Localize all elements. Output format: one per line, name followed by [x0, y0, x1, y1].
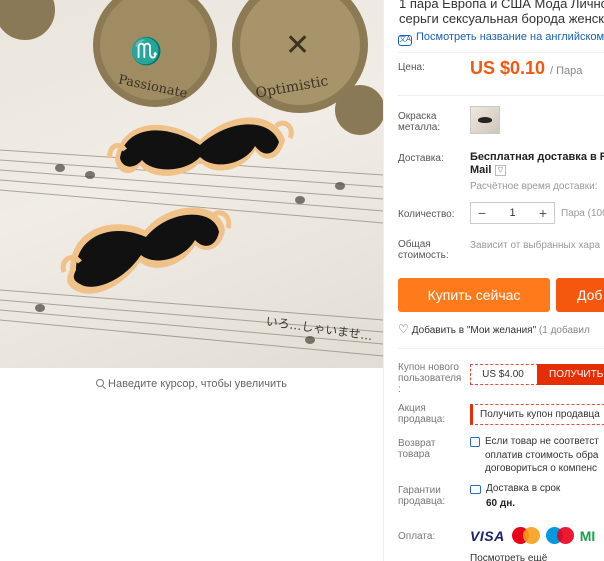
quantity-increase-button[interactable]: +: [532, 205, 554, 221]
return-line: договориться о компенс: [485, 463, 598, 474]
delivery-guarantee-text: Доставка в срок: [486, 483, 561, 494]
mastercard-logo-icon: [511, 527, 540, 544]
label-line: товара: [398, 449, 430, 460]
label-line: продавца:: [398, 414, 446, 425]
metal-color-label: Окраска металла:: [398, 111, 440, 133]
label-line: Окраска: [398, 111, 437, 122]
label-line: :: [398, 384, 401, 395]
label-line: Гарантии: [398, 485, 441, 496]
translate-link-text: Посмотреть название на английском: [416, 31, 604, 43]
product-photo-illustration: ♏ Passionate ✕ Optimistic いろ…しゃいませ…: [0, 0, 383, 357]
divider: [398, 95, 604, 96]
delivery-guarantee-days: 60 дн.: [486, 498, 516, 509]
return-line: оплатив стоимость обра: [485, 449, 599, 461]
label-line: Акция: [398, 403, 426, 414]
quantity-input[interactable]: 1: [493, 207, 532, 219]
quantity-stepper: − 1 +: [470, 202, 555, 224]
product-title: 1 пара Европа и США Мода Личное серьги с…: [399, 0, 604, 26]
magnifier-icon: [96, 379, 105, 387]
label-line: пользователя: [398, 373, 462, 384]
return-policy-icon: [470, 437, 480, 447]
translate-title-link[interactable]: 文A Посмотреть название на английском: [398, 31, 604, 46]
total-label: Общая стоимость:: [398, 239, 449, 261]
product-info-panel: 1 пара Европа и США Мода Личное серьги с…: [383, 0, 604, 561]
price-label: Цена:: [398, 62, 425, 73]
label-line: Возврат: [398, 438, 436, 449]
add-to-wishlist-link[interactable]: ♡ Добавить в "Мои желания" (1 добавил: [398, 322, 590, 336]
payment-methods: VISA MI: [470, 527, 595, 544]
zoom-hint: Наведите курсор, чтобы увеличить: [0, 378, 383, 390]
new-user-coupon: US $4.00 ПОЛУЧИТЬ: [470, 364, 604, 385]
svg-text:✕: ✕: [285, 28, 310, 63]
product-title-line: 1 пара Европа и США Мода Личное: [399, 0, 604, 11]
label-line: металла:: [398, 122, 441, 133]
total-note: Зависит от выбранных хара: [470, 240, 601, 251]
label-line: Общая: [398, 239, 431, 250]
returns-label: Возврат товара: [398, 438, 436, 460]
payment-label: Оплата:: [398, 531, 436, 542]
svg-text:♏: ♏: [130, 36, 162, 67]
wishlist-label: Добавить в "Мои желания": [411, 325, 537, 336]
coupon-amount: US $4.00: [482, 369, 524, 380]
visa-logo-icon: VISA: [470, 527, 505, 544]
quantity-label: Количество:: [398, 209, 455, 220]
get-coupon-button[interactable]: ПОЛУЧИТЬ: [537, 364, 604, 385]
shipping-method: Бесплатная доставка в Rus: [470, 151, 604, 163]
buy-now-button[interactable]: Купить сейчас: [398, 278, 550, 312]
more-payment-link[interactable]: Посмотреть ещё: [470, 553, 547, 561]
price-value: US $0.10: [470, 58, 546, 78]
new-user-coupon-label: Купон нового пользователя :: [398, 362, 461, 395]
quantity-unit: Пара (100: [561, 208, 604, 219]
shipping-estimate: Расчётное время доставки:: [470, 181, 598, 192]
product-title-line: серьги сексуальная борода женски: [399, 11, 604, 26]
store-promo-label: Акция продавца:: [398, 403, 445, 425]
payment-logo-icon: MI: [579, 527, 596, 544]
return-policy-text: Если товар не соответст оплатив стоимост…: [485, 435, 599, 476]
divider: [398, 52, 604, 53]
divider: [398, 348, 604, 349]
guarantee-label: Гарантии продавца:: [398, 485, 445, 507]
heart-icon: ♡: [398, 322, 409, 336]
translate-icon: 文A: [398, 35, 412, 46]
shipping-method-cont: Mail: [470, 164, 492, 176]
label-line: стоимость:: [398, 250, 449, 261]
shipping-label: Доставка:: [398, 153, 444, 164]
label-line: продавца:: [398, 496, 446, 507]
quantity-decrease-button[interactable]: −: [471, 205, 493, 221]
price-unit: / Пара: [550, 65, 583, 77]
return-line: Если товар не соответст: [485, 436, 599, 447]
delivery-guarantee-icon: [470, 485, 481, 494]
shipping-dropdown-icon[interactable]: ▽: [495, 165, 506, 176]
color-swatch-option[interactable]: [470, 106, 500, 134]
get-store-coupon-button[interactable]: Получить купон продавца: [470, 404, 604, 425]
label-line: Купон нового: [398, 362, 459, 373]
maestro-logo-icon: [545, 527, 574, 544]
zoom-hint-text: Наведите курсор, чтобы увеличить: [108, 378, 287, 390]
add-to-cart-button[interactable]: Доб: [556, 278, 604, 312]
wishlist-count: (1 добавил: [538, 325, 590, 336]
product-main-image[interactable]: ♏ Passionate ✕ Optimistic いろ…しゃいませ…: [0, 0, 383, 368]
